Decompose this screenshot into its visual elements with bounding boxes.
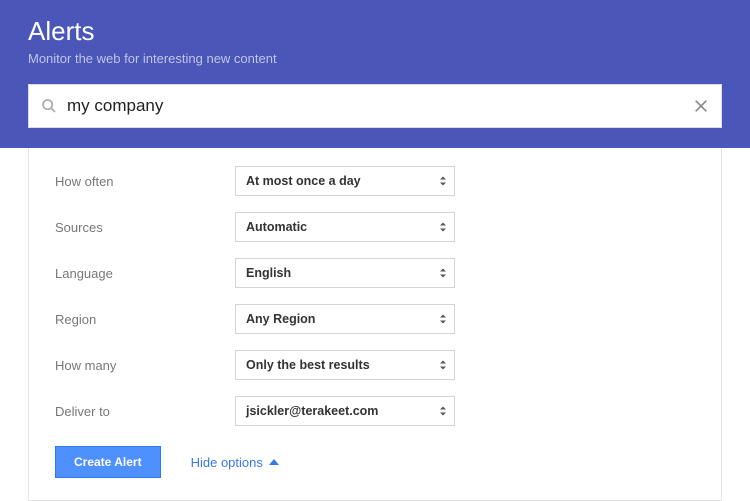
label-how-many: How many	[55, 358, 235, 373]
row-sources: Sources Automatic	[55, 212, 695, 242]
select-value: jsickler@terakeet.com	[246, 404, 378, 418]
label-language: Language	[55, 266, 235, 281]
row-how-often: How often At most once a day	[55, 166, 695, 196]
search-input[interactable]	[67, 96, 693, 116]
select-value: Only the best results	[246, 358, 370, 372]
select-language[interactable]: English	[235, 258, 455, 288]
select-region[interactable]: Any Region	[235, 304, 455, 334]
select-value: English	[246, 266, 291, 280]
select-sources[interactable]: Automatic	[235, 212, 455, 242]
row-region: Region Any Region	[55, 304, 695, 334]
search-icon	[41, 98, 57, 114]
page-title: Alerts	[28, 16, 722, 47]
hide-options-label: Hide options	[191, 455, 263, 470]
label-sources: Sources	[55, 220, 235, 235]
hide-options-link[interactable]: Hide options	[191, 455, 279, 470]
select-value: Any Region	[246, 312, 315, 326]
select-value: Automatic	[246, 220, 307, 234]
header: Alerts Monitor the web for interesting n…	[0, 0, 750, 148]
search-box[interactable]	[28, 84, 722, 128]
select-value: At most once a day	[246, 174, 361, 188]
create-alert-button[interactable]: Create Alert	[55, 446, 161, 478]
close-icon[interactable]	[693, 98, 709, 114]
row-deliver-to: Deliver to jsickler@terakeet.com	[55, 396, 695, 426]
row-how-many: How many Only the best results	[55, 350, 695, 380]
actions-row: Create Alert Hide options	[55, 446, 695, 478]
select-how-often[interactable]: At most once a day	[235, 166, 455, 196]
label-how-often: How often	[55, 174, 235, 189]
chevron-up-icon	[269, 458, 279, 466]
label-deliver-to: Deliver to	[55, 404, 235, 419]
select-how-many[interactable]: Only the best results	[235, 350, 455, 380]
label-region: Region	[55, 312, 235, 327]
select-deliver-to[interactable]: jsickler@terakeet.com	[235, 396, 455, 426]
page-subtitle: Monitor the web for interesting new cont…	[28, 51, 722, 66]
options-panel: How often At most once a day Sources Aut…	[28, 148, 722, 501]
row-language: Language English	[55, 258, 695, 288]
